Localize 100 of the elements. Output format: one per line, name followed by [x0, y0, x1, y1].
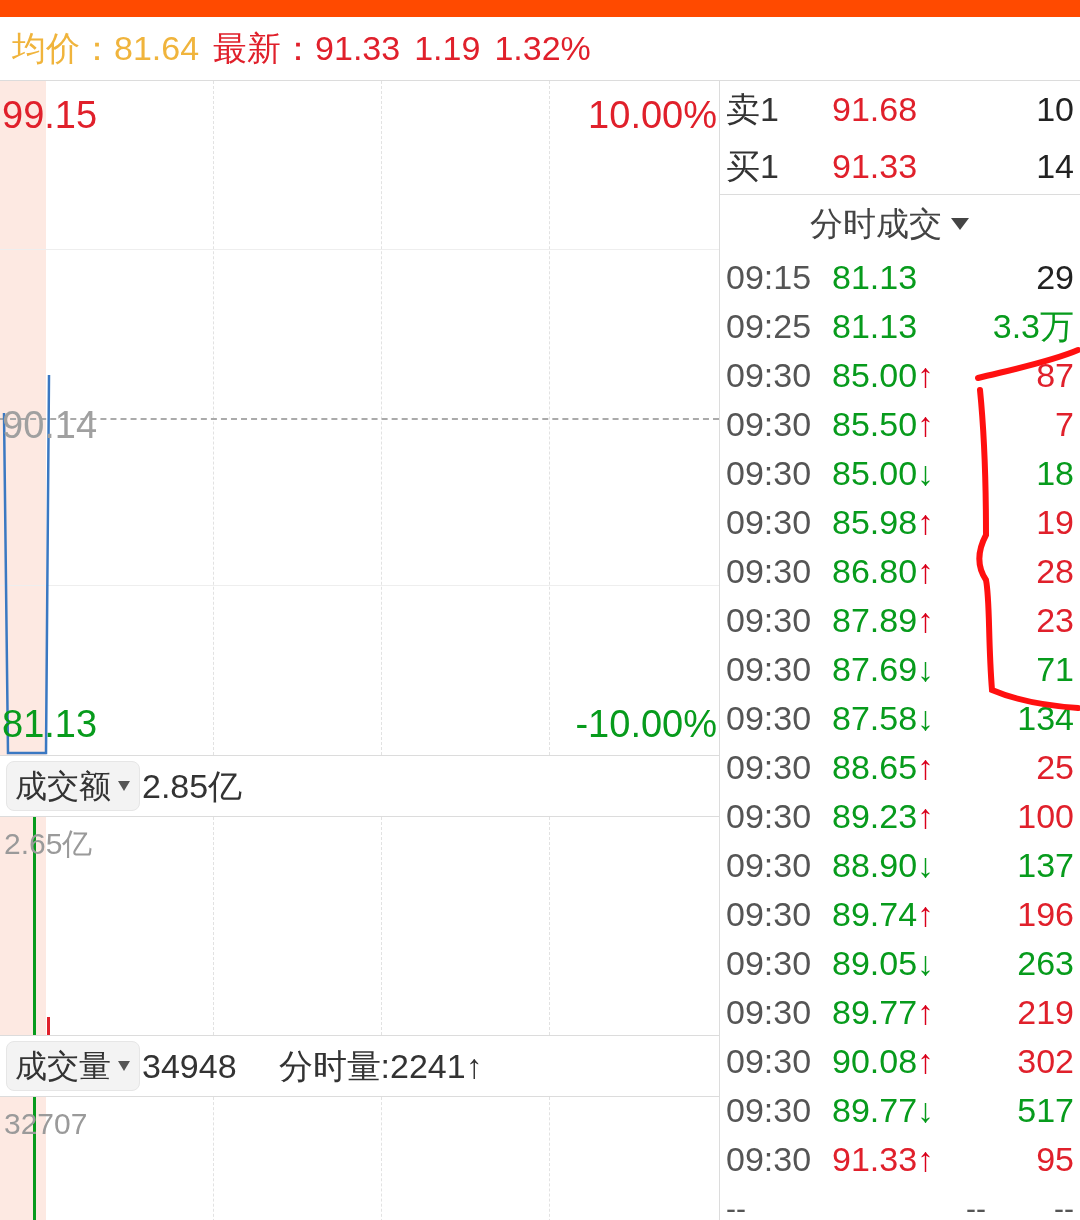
- tick-price: 85.98: [832, 502, 918, 543]
- direction-arrow: ↑: [917, 600, 935, 641]
- tick-time: 09:30: [726, 894, 813, 935]
- tick-price: 87.89: [832, 600, 918, 641]
- tick-volume: 7: [1055, 404, 1074, 445]
- direction-arrow: ↑: [917, 502, 935, 543]
- direction-arrow: ↑: [917, 404, 935, 445]
- tick-volume: 71: [1036, 649, 1074, 690]
- change-percent: 1.32%: [494, 28, 591, 69]
- indicator-selector[interactable]: 成交量: [6, 1041, 140, 1091]
- indicator-selector[interactable]: 成交额: [6, 761, 140, 811]
- tick-time: 09:30: [726, 845, 813, 886]
- tick-time: 09:30: [726, 796, 813, 837]
- direction-arrow: ↑: [917, 894, 935, 935]
- tick-price: 86.80: [832, 551, 918, 592]
- price-change: 1.19: [414, 28, 481, 69]
- tick-time: 09:30: [726, 551, 813, 592]
- tick-volume: 137: [1017, 845, 1074, 886]
- tick-price: 81.13: [832, 306, 918, 347]
- tick-price: 89.23: [832, 796, 918, 837]
- tick-price: 85.50: [832, 404, 918, 445]
- direction-arrow: ↓: [917, 1090, 935, 1131]
- tick-time: 09:30: [726, 1041, 813, 1082]
- direction-arrow: ↓: [917, 453, 935, 494]
- tick-volume: 95: [1036, 1139, 1074, 1180]
- tick-price: 89.05: [832, 943, 918, 984]
- tick-price: 87.58: [832, 698, 918, 739]
- caret-icon: [117, 780, 131, 792]
- tick-volume: 302: [1017, 1041, 1074, 1082]
- tick-price: 89.77: [832, 992, 918, 1033]
- order-volume: 10: [1036, 89, 1074, 130]
- order-price: 91.33: [832, 145, 918, 187]
- tick-volume: 87: [1036, 355, 1074, 396]
- tick-time: 09:30: [726, 698, 813, 739]
- tick-price: 85.00: [832, 355, 918, 396]
- tick-time: 09:30: [726, 1090, 813, 1131]
- tick-time: 09:30: [726, 943, 813, 984]
- direction-arrow: ↑: [917, 355, 935, 396]
- order-side: 买1: [726, 145, 780, 187]
- order-side: 卖1: [726, 89, 780, 130]
- direction-arrow: ↓: [917, 649, 935, 690]
- order-price: 91.68: [832, 89, 918, 130]
- tick-volume: 134: [1017, 698, 1074, 739]
- tick-volume: 23: [1036, 600, 1074, 641]
- direction-arrow: ↓: [917, 698, 935, 739]
- percent-high-label: 10.00%: [588, 93, 717, 138]
- direction-arrow: ↑: [917, 551, 935, 592]
- tick-time: 09:30: [726, 600, 813, 641]
- indicator-value: 34948: [142, 1045, 237, 1087]
- tick-time: 09:30: [726, 355, 813, 396]
- tick-time: 09:30: [726, 453, 813, 494]
- caret-icon: [117, 1060, 131, 1072]
- tick-price: 88.90: [832, 845, 918, 886]
- tick-price: 89.77: [832, 1090, 918, 1131]
- dropdown-caret-icon[interactable]: [950, 217, 970, 231]
- tick-volume: 219: [1017, 992, 1074, 1033]
- tick-volume: 3.3万: [992, 306, 1074, 347]
- tick-price: 87.69: [832, 649, 918, 690]
- direction-arrow: ↓: [917, 845, 935, 886]
- tick-price: 85.00: [832, 453, 918, 494]
- tick-time: 09:25: [726, 306, 813, 347]
- tick-volume: 25: [1036, 747, 1074, 788]
- percent-low-label: -10.00%: [575, 702, 717, 747]
- tick-volume: 263: [1017, 943, 1074, 984]
- tick-time: 09:15: [726, 257, 813, 298]
- ticks-header: 分时成交: [810, 204, 942, 245]
- empty-value: --: [1054, 1191, 1074, 1220]
- average-price: 均价：81.64: [12, 28, 200, 69]
- tick-volume: 29: [1036, 257, 1074, 298]
- tick-volume: 28: [1036, 551, 1074, 592]
- latest-price: 最新：91.33: [213, 28, 401, 69]
- tick-time: 09:30: [726, 1139, 813, 1180]
- tick-time: 09:30: [726, 992, 813, 1033]
- empty-value: --: [726, 1191, 747, 1220]
- tick-price: 88.65: [832, 747, 918, 788]
- empty-value: --: [965, 1191, 986, 1220]
- order-volume: 14: [1036, 145, 1074, 187]
- tick-price: 90.08: [832, 1041, 918, 1082]
- tick-time: 09:30: [726, 404, 813, 445]
- tick-volume: 196: [1017, 894, 1074, 935]
- direction-arrow: ↑: [917, 1041, 935, 1082]
- direction-arrow: ↑: [917, 992, 935, 1033]
- tick-price: 81.13: [832, 257, 918, 298]
- direction-arrow: ↑: [917, 796, 935, 837]
- direction-arrow: ↑: [917, 1139, 935, 1180]
- tick-volume: 517: [1017, 1090, 1074, 1131]
- tick-time: 09:30: [726, 747, 813, 788]
- tick-time: 09:30: [726, 649, 813, 690]
- tick-time: 09:30: [726, 502, 813, 543]
- direction-arrow: ↓: [917, 943, 935, 984]
- tick-volume: 分时量:2241↑: [278, 1045, 483, 1087]
- volume-bar: [47, 1017, 50, 1035]
- tick-price: 91.33: [832, 1139, 918, 1180]
- tick-volume: 18: [1036, 453, 1074, 494]
- direction-arrow: ↑: [917, 747, 935, 788]
- tick-volume: 19: [1036, 502, 1074, 543]
- indicator-value: 2.85亿: [142, 765, 243, 807]
- tick-price: 89.74: [832, 894, 918, 935]
- price-high-label: 99.15: [2, 93, 98, 138]
- tick-volume: 100: [1017, 796, 1074, 837]
